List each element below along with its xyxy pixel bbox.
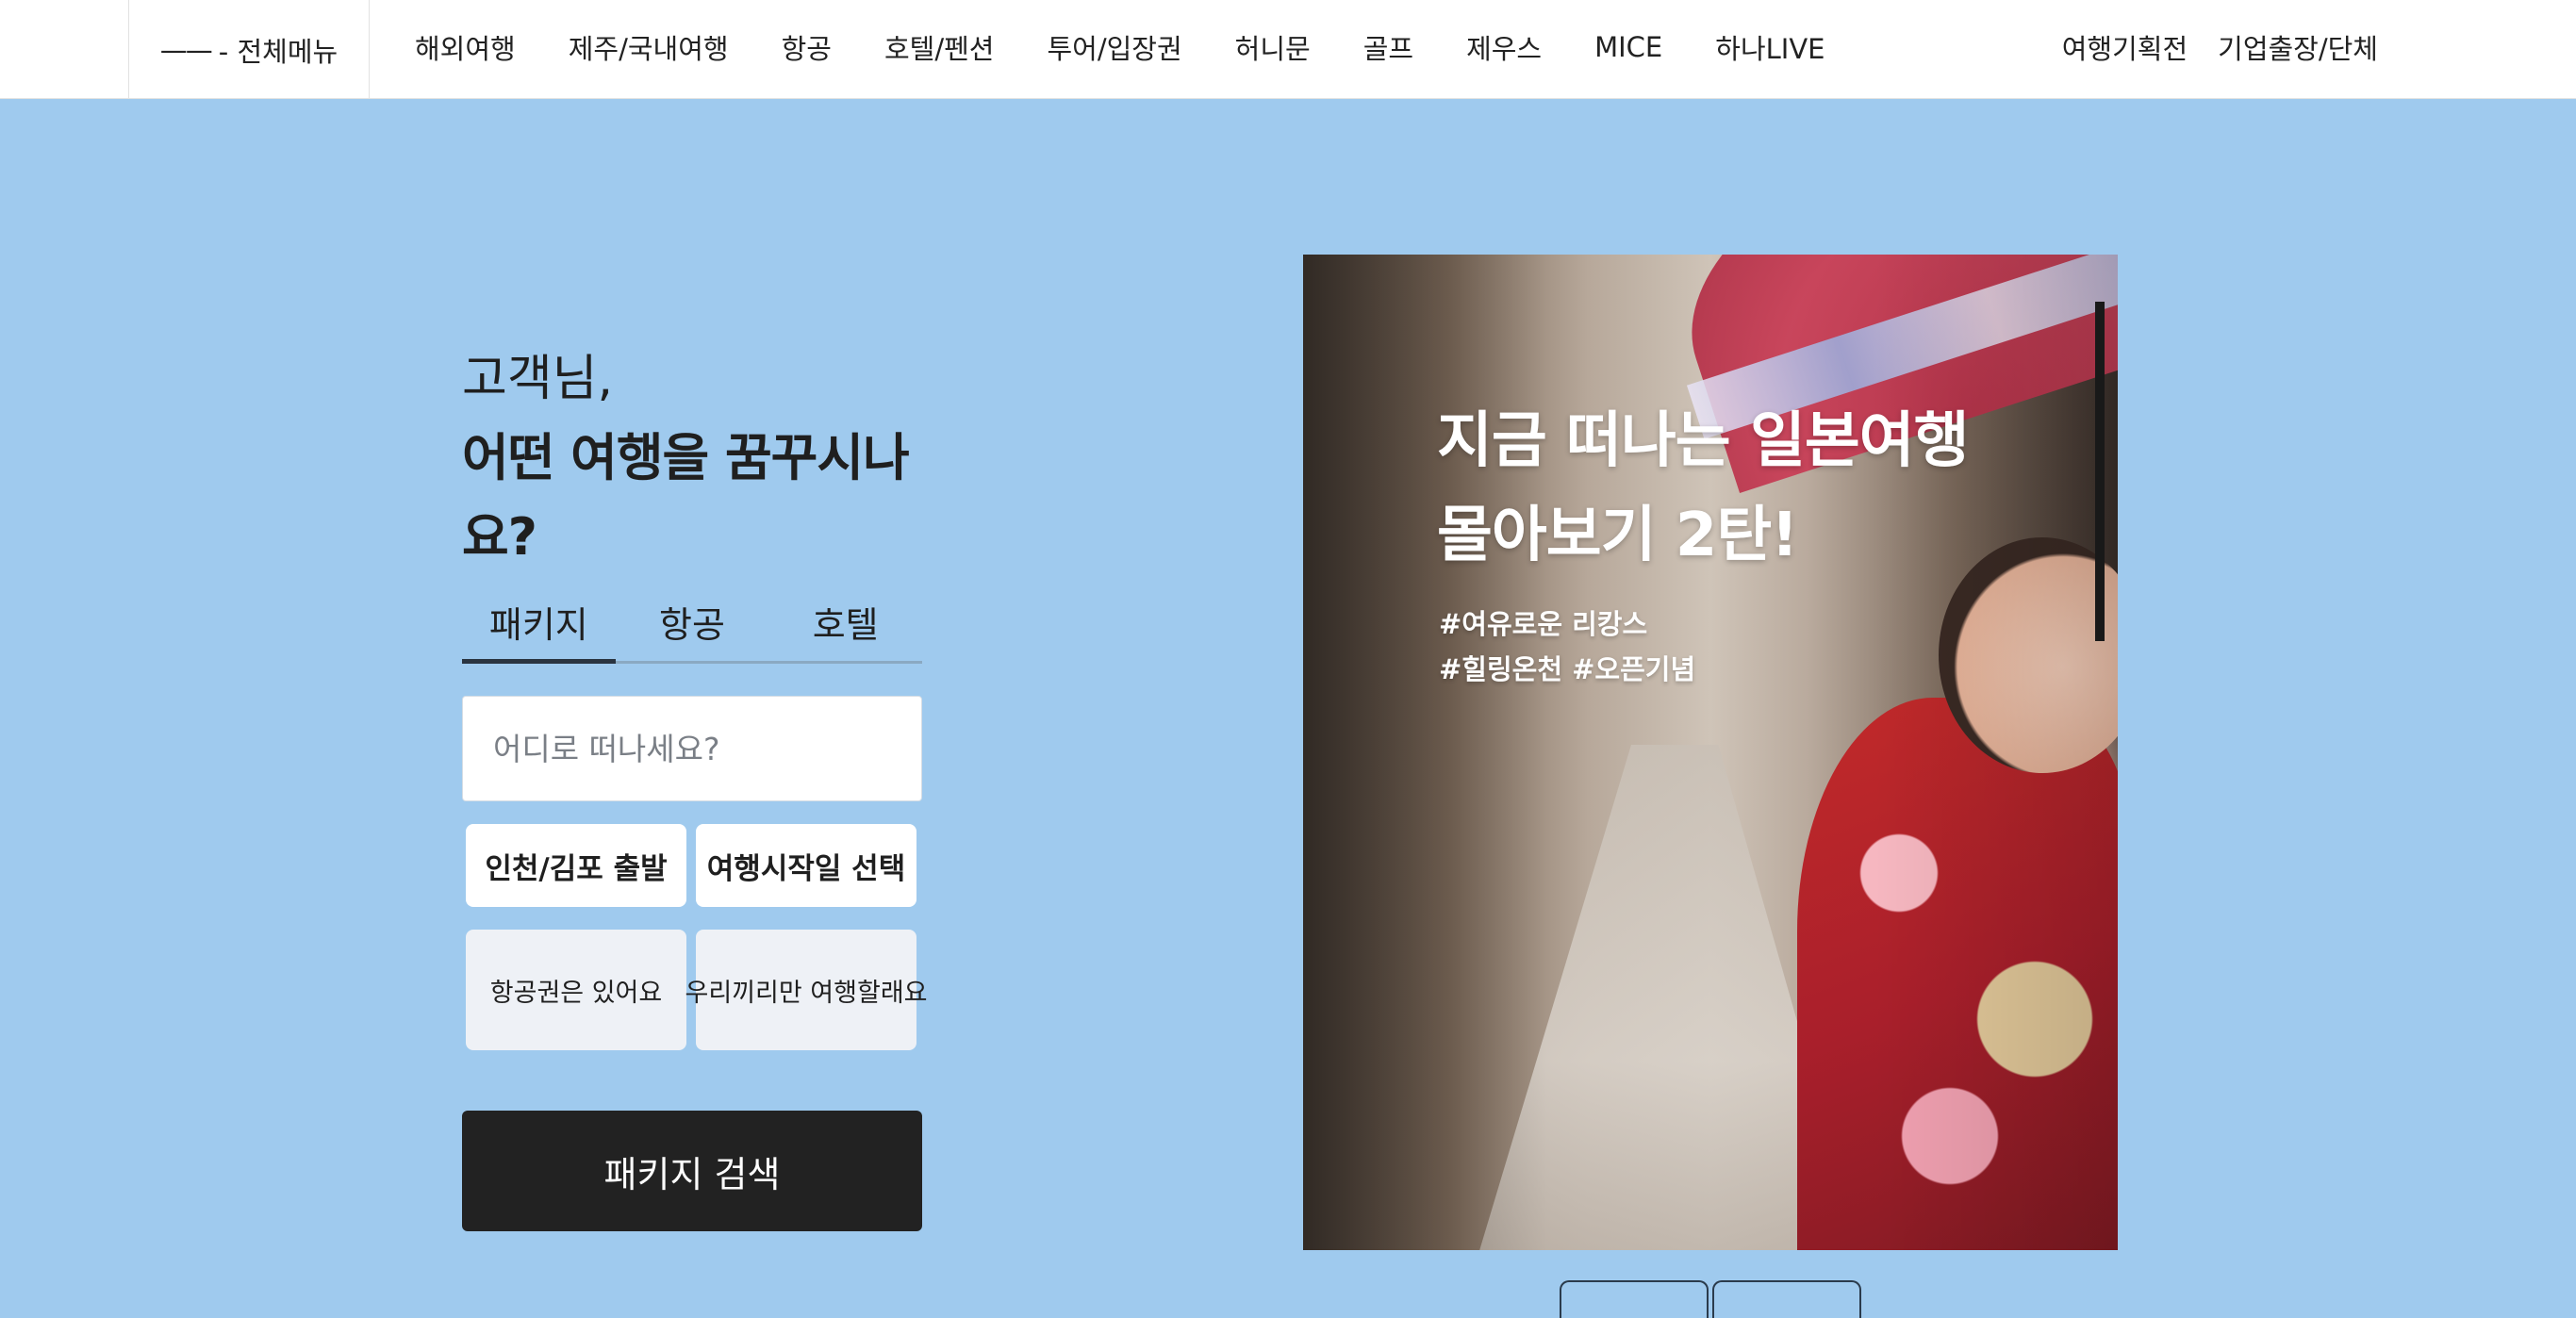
top-navigation-bar: —— - 전체메뉴 해외여행 제주/국내여행 항공 호텔/펜션 투어/입장권 허… [0,0,2576,99]
departure-button[interactable]: 인천/김포 출발 [466,824,686,907]
tab-hotel[interactable]: 호텔 [768,598,922,661]
search-options: 인천/김포 출발 여행시작일 선택 항공권은 있어요 우리끼리만 여행할래요 [462,824,928,1050]
search-tabs: 패키지 항공 호텔 [462,598,922,664]
banner-pager [1560,1280,1861,1318]
all-menu-button[interactable]: —— - 전체메뉴 [128,0,370,99]
nav-item-hana-live[interactable]: 하나LIVE [1689,27,1851,67]
nav-item-jeju-domestic[interactable]: 제주/국내여행 [542,27,755,67]
nav-item-hotel-pension[interactable]: 호텔/펜션 [858,27,1021,67]
private-trip-toggle[interactable]: 우리끼리만 여행할래요 [685,930,928,1050]
tab-package[interactable]: 패키지 [462,598,616,664]
banner-title-line-1: 지금 떠나는 일본여행 [1437,406,1969,476]
banner-tags-line-1: #여유로운 리캉스 [1439,608,1648,640]
have-ticket-toggle[interactable]: 항공권은 있어요 [466,930,686,1050]
package-search-button[interactable]: 패키지 검색 [462,1111,922,1231]
sub-nav: 여행기획전 기업출장/단체 [2062,0,2378,94]
greeting-line-2: 어떤 여행을 꿈꾸시나요? [462,428,910,567]
banner-title: 지금 떠나는 일본여행 몰아보기 2탄! [1437,394,1969,583]
banner-title-line-2: 몰아보기 2탄! [1437,501,1798,570]
banner-pager-tab-1[interactable] [1560,1280,1709,1318]
nav-item-air[interactable]: 항공 [755,27,858,67]
banner-tags-line-2: #힐링온천 #오픈기념 [1439,653,1696,685]
nav-item-travel-exhibition[interactable]: 여행기획전 [2062,27,2188,67]
start-date-button[interactable]: 여행시작일 선택 [696,824,916,907]
banner-tags: #여유로운 리캉스 #힐링온천 #오픈기념 [1439,601,1695,692]
nav-item-mice[interactable]: MICE [1568,31,1689,63]
hamburger-icon: —— [159,33,213,66]
destination-input[interactable] [462,696,922,801]
greeting-line-1: 고객님, [462,351,614,407]
nav-item-golf[interactable]: 골프 [1337,27,1440,67]
promo-banner[interactable]: 지금 떠나는 일본여행 몰아보기 2탄! #여유로운 리캉스 #힐링온천 #오픈… [1303,255,2118,1250]
nav-item-honeymoon[interactable]: 허니문 [1209,27,1337,67]
nav-item-zeus[interactable]: 제우스 [1440,27,1568,67]
all-menu-label: - 전체메뉴 [218,35,339,68]
nav-item-overseas[interactable]: 해외여행 [388,27,542,67]
main-nav: 해외여행 제주/국내여행 항공 호텔/펜션 투어/입장권 허니문 골프 제우스 … [388,0,1852,94]
search-panel: 고객님, 어떤 여행을 꿈꾸시나요? 패키지 항공 호텔 인천/김포 출발 여행… [462,339,928,1231]
nav-item-corporate-group[interactable]: 기업출장/단체 [2218,27,2378,67]
banner-pager-tab-2[interactable] [1712,1280,1861,1318]
tab-air[interactable]: 항공 [616,598,769,661]
nav-item-tour-tickets[interactable]: 투어/입장권 [1020,27,1208,67]
